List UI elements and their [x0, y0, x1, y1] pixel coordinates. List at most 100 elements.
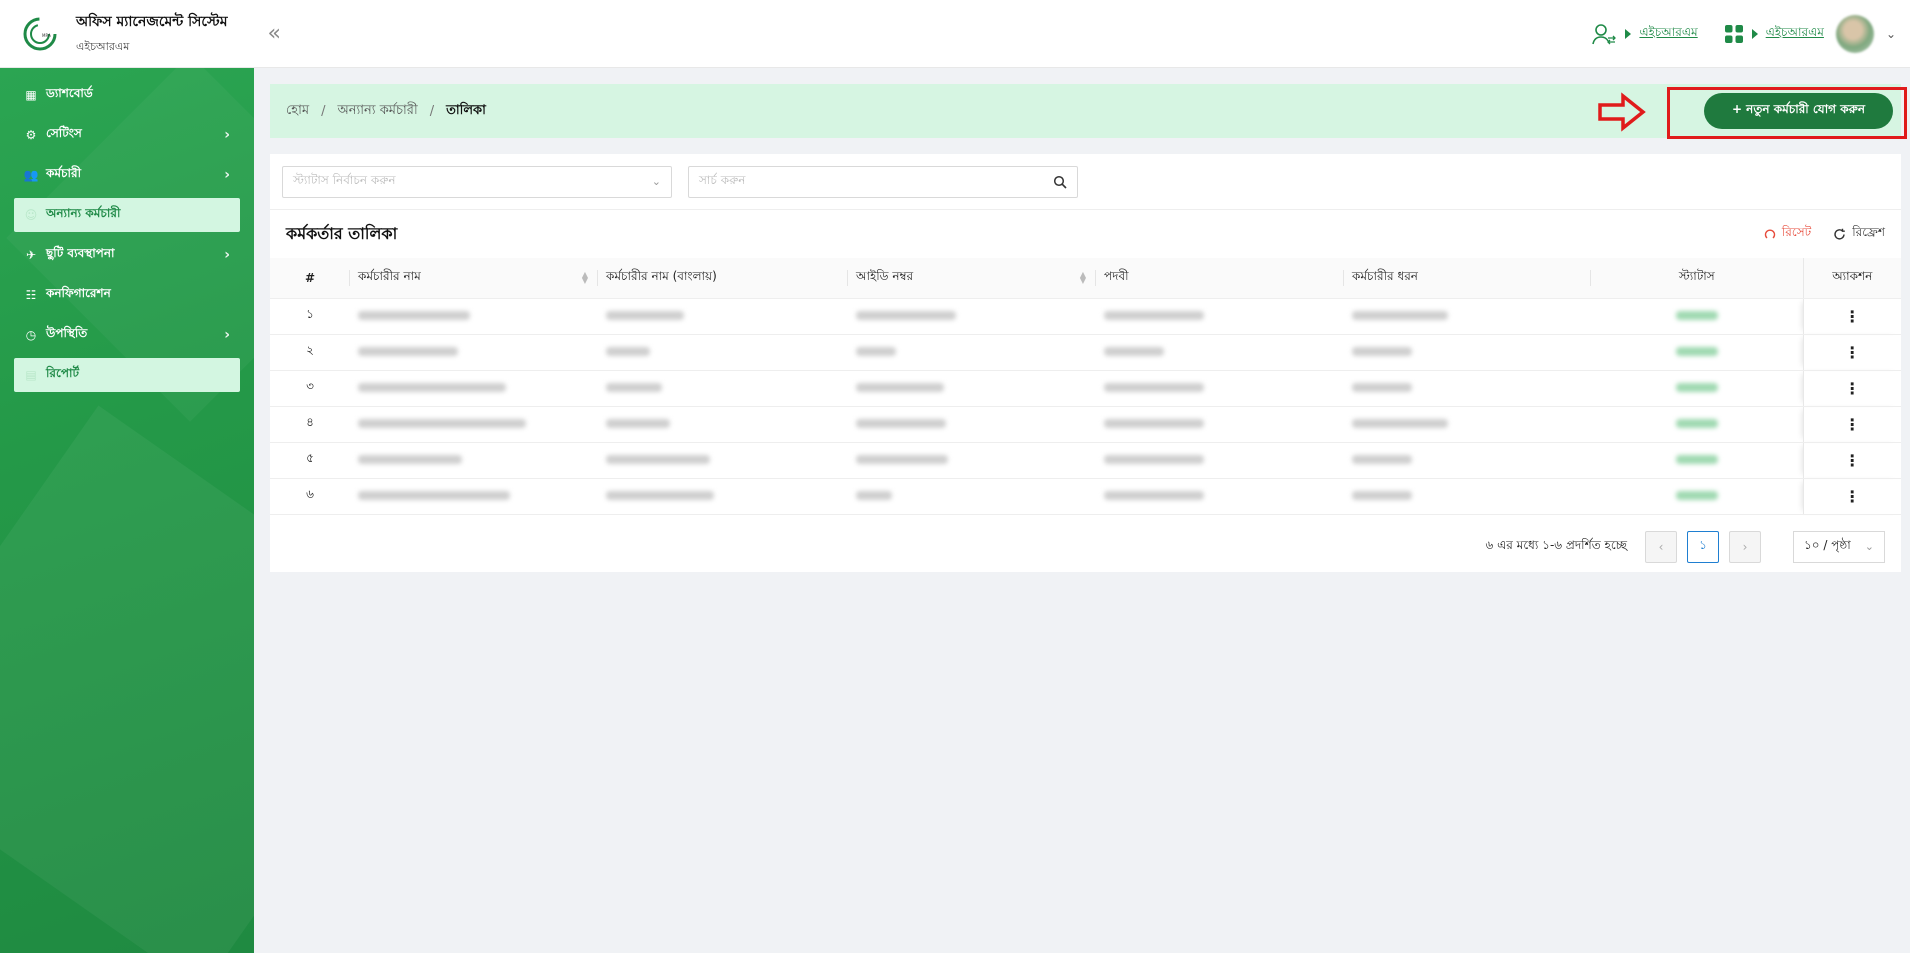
column-header-name[interactable]: কর্মচারীর নাম ▲ ▼ [350, 258, 598, 299]
column-header-action: অ্যাকশন [1802, 258, 1901, 299]
sort-icon[interactable]: ▲ ▼ [582, 271, 588, 285]
sidebar-item-sliders[interactable]: ☷ কনফিগারেশন [14, 278, 240, 312]
sort-icon[interactable]: ▲ ▼ [1080, 271, 1086, 285]
app-logo[interactable]: MRA [22, 16, 58, 52]
redacted-text [856, 455, 948, 464]
cell-name [350, 406, 598, 443]
sidebar-item-label: রিপোর্ট [46, 366, 80, 380]
prev-page-button[interactable]: ‹ [1645, 530, 1677, 563]
cell-name-bangla [598, 442, 848, 479]
kebab-menu-icon[interactable]: ⋮ [1844, 343, 1860, 362]
row-number: ৪ [270, 406, 350, 443]
sidebar-item-label: কনফিগারেশন [46, 286, 111, 300]
kebab-menu-icon[interactable]: ⋮ [1844, 487, 1860, 506]
breadcrumb-home[interactable]: হোম [286, 101, 309, 122]
search-icon[interactable] [1053, 175, 1067, 189]
sidebar-item-dashboard[interactable]: ▦ ড্যাশবোর্ড [14, 78, 240, 112]
sidebar-item-users[interactable]: 👥 কর্মচারী › [14, 158, 240, 192]
redacted-text [1104, 455, 1204, 464]
redacted-text [1104, 347, 1164, 356]
chevron-down-icon: ⌄ [1864, 540, 1874, 553]
header-actions: এইচআরএম এইচআরএম ⌄ [1591, 14, 1910, 53]
kebab-menu-icon[interactable]: ⋮ [1844, 451, 1860, 470]
page-size-select[interactable]: ১০ / পৃষ্ঠা ⌄ [1793, 530, 1885, 563]
cell-id [848, 406, 1096, 443]
column-header-id[interactable]: আইডি নম্বর ▲ ▼ [848, 258, 1096, 299]
double-chevron-left-icon[interactable]: « [268, 21, 281, 46]
cell-action: ⋮ [1802, 298, 1901, 335]
pagination: ৬ এর মধ্যে ১-৬ প্রদর্শিত হচ্ছে ‹ ১ › ১০ … [270, 515, 1901, 579]
redacted-text [606, 419, 670, 428]
cell-type [1344, 334, 1591, 371]
module-link[interactable]: এইচআরএম [1766, 24, 1824, 44]
cell-action: ⋮ [1802, 406, 1901, 443]
redacted-text [1352, 455, 1412, 464]
caret-right-icon [1751, 28, 1758, 39]
sidebar-item-clock[interactable]: ◷ উপস্থিতি › [14, 318, 240, 352]
redacted-text [1352, 383, 1412, 392]
table-row[interactable]: ৬ ⋮ [270, 478, 1901, 515]
status-badge [1675, 383, 1718, 392]
avatar[interactable] [1835, 14, 1874, 53]
cell-designation [1096, 334, 1344, 371]
table-row[interactable]: ১ ⋮ [270, 298, 1901, 335]
role-switcher[interactable]: এইচআরএম [1591, 22, 1698, 46]
sidebar-item-report[interactable]: ▤ রিপোর্ট [14, 358, 240, 392]
cell-name-bangla [598, 406, 848, 443]
filter-bar: স্ট্যাটাস নির্বাচন করুন ⌄ সার্চ করুন [270, 154, 1901, 210]
cell-type [1344, 406, 1591, 443]
breadcrumb-other-employees[interactable]: অন্যান্য কর্মচারী [337, 101, 417, 122]
cell-name [350, 370, 598, 407]
sidebar-item-label: ছুটি ব্যবস্থাপনা [46, 246, 115, 260]
search-placeholder: সার্চ করুন [699, 172, 746, 187]
status-select[interactable]: স্ট্যাটাস নির্বাচন করুন ⌄ [282, 165, 672, 198]
refresh-button[interactable]: রিফ্রেশ [1833, 224, 1885, 244]
annotation-highlight-box [1667, 87, 1907, 139]
kebab-menu-icon[interactable]: ⋮ [1844, 415, 1860, 434]
chevron-right-icon: › [224, 327, 230, 343]
cell-status [1591, 298, 1803, 335]
pagination-info: ৬ এর মধ্যে ১-৬ প্রদর্শিত হচ্ছে [1485, 537, 1628, 552]
cell-type [1344, 442, 1591, 479]
reset-button[interactable]: রিসেট [1764, 224, 1811, 244]
next-page-button[interactable]: › [1729, 530, 1761, 563]
sidebar-item-user[interactable]: ☺ অন্যান্য কর্মচারী [14, 198, 240, 232]
table-row[interactable]: ৪ ⋮ [270, 406, 1901, 443]
cell-action: ⋮ [1802, 334, 1901, 371]
cell-designation [1096, 370, 1344, 407]
redacted-text [856, 383, 944, 392]
app-title: অফিস ম্যানেজমেন্ট সিস্টেম [76, 14, 228, 30]
sidebar-item-leave[interactable]: ✈ ছুটি ব্যবস্থাপনা › [14, 238, 240, 272]
chevron-right-icon: › [224, 127, 230, 143]
table-title: কর্মকর্তার তালিকা [286, 223, 398, 243]
cell-action: ⋮ [1802, 478, 1901, 515]
cell-designation [1096, 406, 1344, 443]
chevron-down-icon[interactable]: ⌄ [1886, 27, 1896, 41]
users-icon: 👥 [23, 168, 39, 182]
kebab-menu-icon[interactable]: ⋮ [1844, 307, 1860, 326]
redacted-text [1352, 491, 1412, 500]
module-switcher[interactable]: এইচআরএম [1724, 24, 1824, 44]
redacted-text [1352, 347, 1412, 356]
cell-type [1344, 370, 1591, 407]
redacted-text [1104, 311, 1204, 320]
role-link[interactable]: এইচআরএম [1639, 24, 1697, 44]
kebab-menu-icon[interactable]: ⋮ [1844, 379, 1860, 398]
table-row[interactable]: ৫ ⋮ [270, 442, 1901, 479]
sidebar-item-gear[interactable]: ⚙ সেটিংস › [14, 118, 240, 152]
redacted-text [358, 347, 458, 356]
chevron-right-icon: › [224, 167, 230, 183]
search-input[interactable]: সার্চ করুন [688, 165, 1078, 198]
redacted-text [606, 455, 710, 464]
cell-status [1591, 478, 1803, 515]
dashboard-icon: ▦ [25, 88, 37, 102]
cell-type [1344, 298, 1591, 335]
table-row[interactable]: ২ ⋮ [270, 334, 1901, 371]
breadcrumb-separator: / [429, 103, 435, 119]
row-number: ১ [270, 298, 350, 335]
page-button-current[interactable]: ১ [1687, 530, 1719, 563]
employee-table: # কর্মচারীর নাম ▲ ▼ কর্মচারীর নাম (বাংলায়… [270, 258, 1901, 515]
table-row[interactable]: ৩ ⋮ [270, 370, 1901, 407]
cell-id [848, 442, 1096, 479]
leave-icon: ✈ [25, 248, 37, 262]
